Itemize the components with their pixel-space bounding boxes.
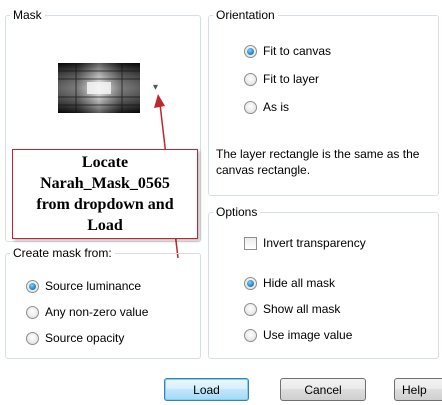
radio-unselected-icon [244, 328, 257, 342]
annotation-line: Narah_Mask_0565 [40, 175, 170, 192]
radio-hide-all-mask[interactable]: Hide all mask [244, 274, 335, 292]
radio-label: Fit to layer [263, 72, 320, 86]
annotation-line: Load [87, 217, 123, 234]
radio-any-non-zero[interactable]: Any non-zero value [26, 303, 148, 321]
radio-as-is[interactable]: As is [244, 98, 289, 116]
radio-label: Any non-zero value [45, 305, 149, 319]
radio-source-luminance[interactable]: Source luminance [26, 277, 141, 295]
annotation-line: Locate [81, 154, 129, 171]
mask-thumbnail-icon [58, 63, 140, 113]
invert-transparency-checkbox[interactable]: Invert transparency [244, 234, 366, 252]
radio-label: As is [263, 100, 290, 114]
radio-unselected-icon [26, 305, 39, 319]
radio-use-image-value[interactable]: Use image value [244, 326, 352, 344]
radio-label: Fit to canvas [263, 44, 332, 58]
radio-label: Use image value [263, 328, 353, 342]
load-button[interactable]: Load [164, 378, 249, 401]
radio-selected-icon [244, 276, 257, 290]
radio-unselected-icon [244, 100, 257, 114]
radio-unselected-icon [244, 302, 257, 316]
radio-selected-icon [244, 44, 257, 58]
radio-label: Source opacity [45, 331, 125, 345]
radio-show-all-mask[interactable]: Show all mask [244, 300, 340, 318]
checkbox-label: Invert transparency [263, 236, 366, 250]
options-title: Options [213, 205, 261, 219]
orientation-title: Orientation [213, 8, 278, 22]
mask-group-title: Mask [10, 8, 45, 22]
mask-dropdown-arrow-icon[interactable]: ▾ [153, 82, 158, 93]
radio-label: Source luminance [45, 279, 142, 293]
mask-preview[interactable] [45, 38, 153, 140]
orientation-description: The layer rectangle is the same as the c… [216, 147, 420, 177]
radio-fit-to-layer[interactable]: Fit to layer [244, 70, 319, 88]
radio-label: Show all mask [263, 302, 341, 316]
checkbox-unchecked-icon [244, 236, 257, 250]
radio-label: Hide all mask [263, 276, 336, 290]
radio-fit-to-canvas[interactable]: Fit to canvas [244, 42, 331, 60]
radio-unselected-icon [26, 331, 39, 345]
help-button-clip: Help [394, 378, 442, 401]
radio-unselected-icon [244, 72, 257, 86]
radio-selected-icon [26, 279, 39, 293]
annotation-callout: Locate Narah_Mask_0565 from dropdown and… [12, 149, 198, 239]
help-button[interactable]: Help [394, 378, 442, 401]
cancel-button[interactable]: Cancel [280, 378, 366, 401]
annotation-line: from dropdown and [36, 196, 174, 213]
radio-source-opacity[interactable]: Source opacity [26, 329, 124, 347]
create-mask-title: Create mask from: [10, 246, 115, 260]
